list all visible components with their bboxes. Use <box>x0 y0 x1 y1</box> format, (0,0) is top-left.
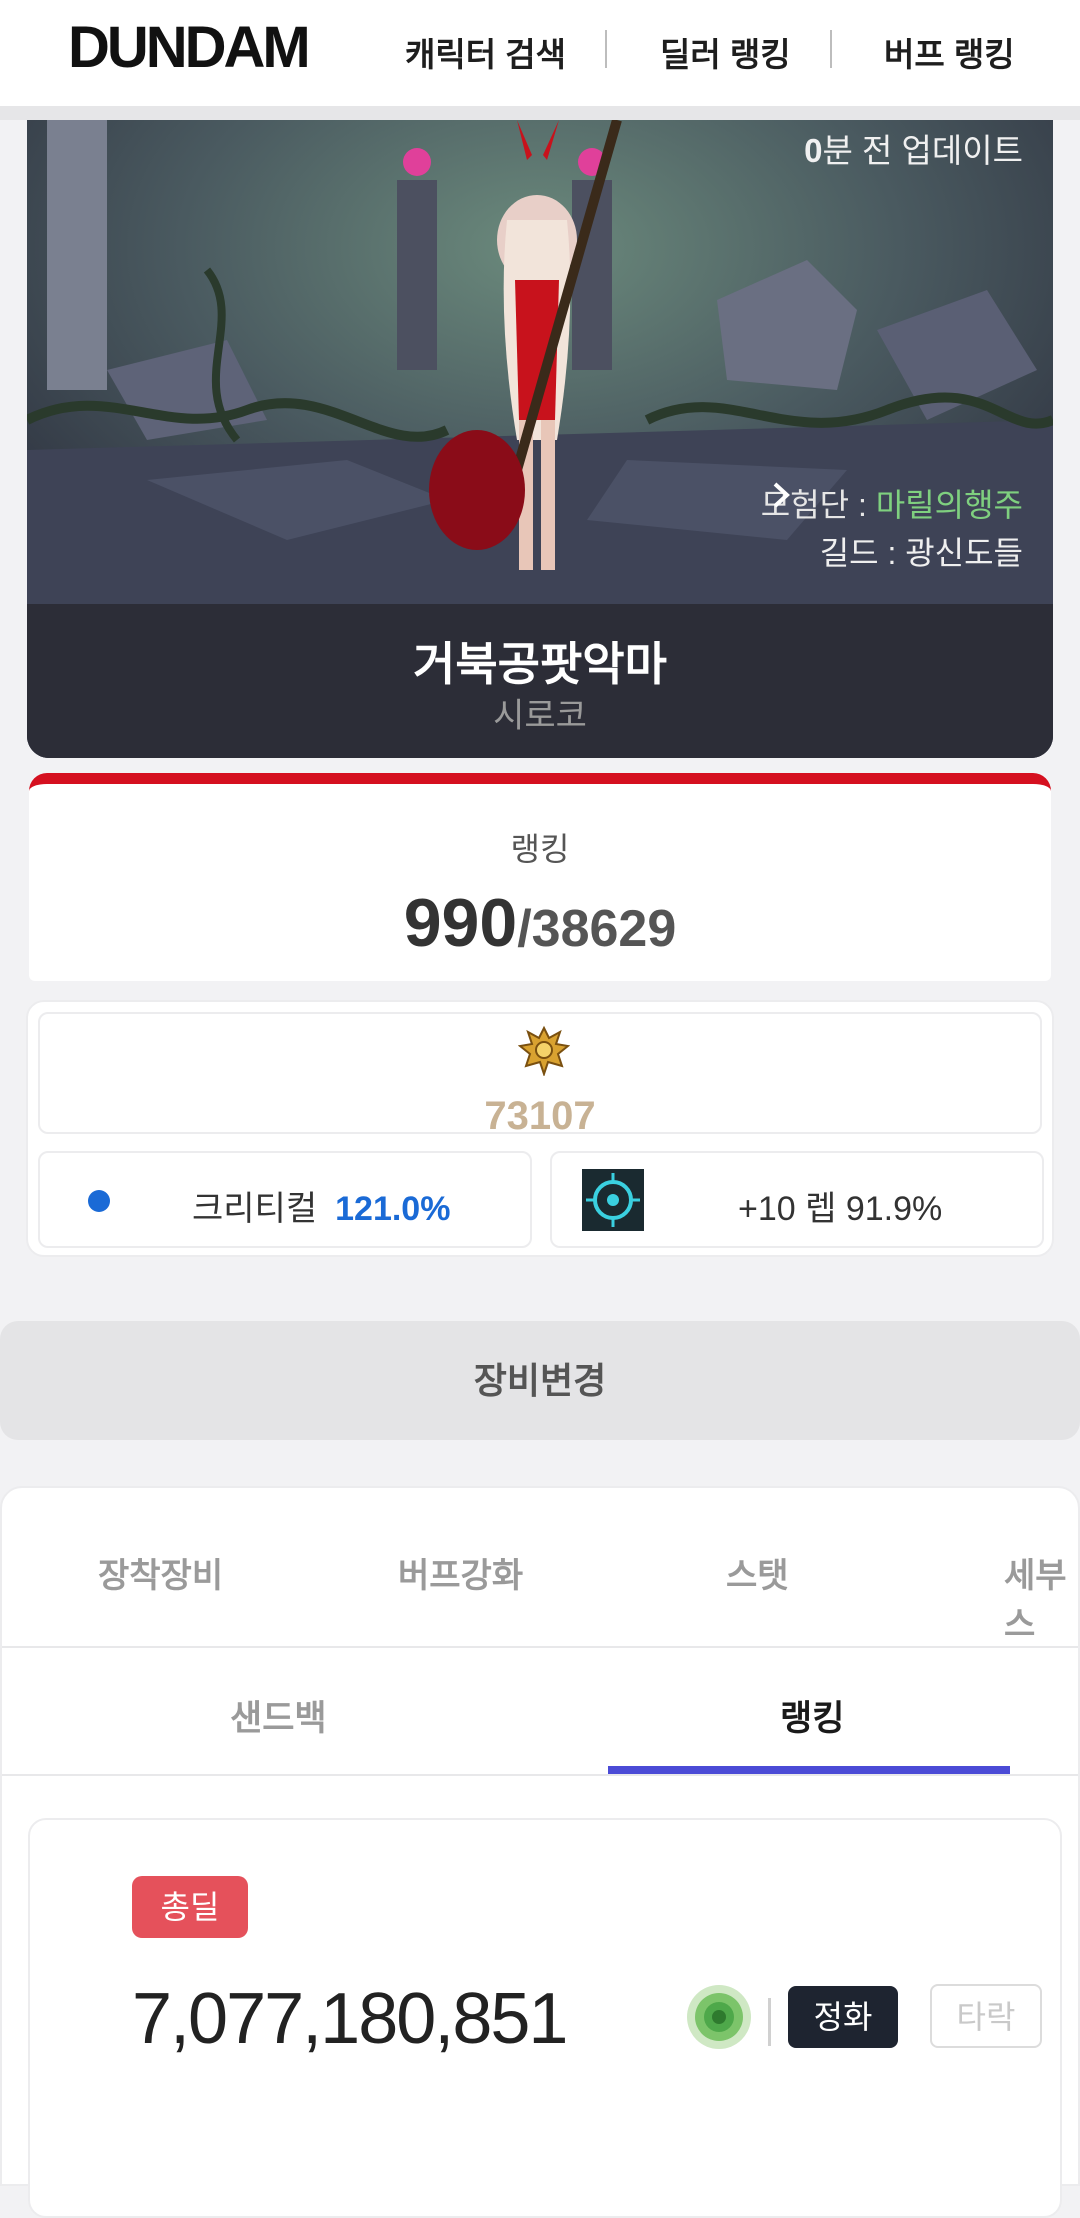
tab-stats[interactable]: 스탯 <box>726 1548 789 1597</box>
chevron-right-icon <box>773 482 790 508</box>
tab-buff-enhance[interactable]: 버프강화 <box>398 1548 523 1597</box>
character-server: 시로코 <box>493 697 587 735</box>
ranking-position: 990 <box>403 885 518 961</box>
guild-name: 길드 : 광신도들 <box>819 535 1023 571</box>
update-time: 0분 전 업데이트 <box>804 132 1023 169</box>
purify-button[interactable]: 정화 <box>788 1986 898 2048</box>
total-damage-badge: 총딜 <box>132 1876 248 1938</box>
corrupt-button[interactable]: 타락 <box>930 1984 1042 2048</box>
stats-panel: 73107 크리티컬 121.0% +10 렙 91.9% <box>26 1000 1054 1257</box>
score-value: 73107 <box>484 1094 596 1138</box>
cyan-rune-icon <box>582 1169 644 1231</box>
critical-dot-icon <box>88 1190 110 1212</box>
gold-crest-icon <box>518 1025 570 1076</box>
adventure-link[interactable]: 모험단 : 마릴의행주 <box>761 480 1023 526</box>
change-equipment-button[interactable]: 장비변경 <box>0 1321 1080 1440</box>
ranking-total: /38629 <box>517 900 677 958</box>
nav-character-search[interactable]: 캐릭터 검색 <box>405 28 566 76</box>
total-damage-value: 7,077,180,851 <box>132 1979 568 2059</box>
ranking-value: 990/38629 <box>29 884 1051 962</box>
detail-panel: 장착장비 버프강화 스탯 세부스 샌드백 랭킹 총딜 7,077,180,851… <box>0 1486 1080 2218</box>
nav-buff-ranking[interactable]: 버프 랭킹 <box>884 28 1015 76</box>
enhance-box: +10 렙 91.9% <box>550 1151 1044 1248</box>
critical-box: 크리티컬 121.0% <box>38 1151 532 1248</box>
critical-stat: 크리티컬 121.0% <box>192 1190 451 1228</box>
subtab-divider <box>2 1774 1078 1776</box>
tab-details[interactable]: 세부스 <box>1004 1548 1078 1646</box>
character-name: 거북공팟악마 <box>413 638 667 690</box>
nav-dealer-ranking[interactable]: 딜러 랭킹 <box>660 28 791 76</box>
subtab-sandbag[interactable]: 샌드백 <box>230 1690 327 1741</box>
site-logo[interactable]: DUNDAM <box>68 14 311 81</box>
nav-divider <box>830 30 832 68</box>
subtab-active-indicator <box>608 1766 1010 1774</box>
enhance-stat: +10 렙 91.9% <box>738 1190 943 1228</box>
ranking-card: 랭킹 990/38629 <box>29 773 1051 981</box>
tab-equipment[interactable]: 장착장비 <box>98 1548 223 1597</box>
damage-card: 총딜 7,077,180,851 정화 타락 <box>28 1818 1062 2218</box>
green-rose-icon <box>687 1985 751 2049</box>
top-header: DUNDAM 캐릭터 검색 딜러 랭킹 버프 랭킹 <box>0 0 1080 106</box>
nav-divider <box>605 30 607 68</box>
damage-divider <box>768 1998 771 2046</box>
header-divider <box>0 106 1080 120</box>
character-hero: 0분 전 업데이트 모험단 : 마릴의행주 길드 : 광신도들 거북공팟악마 시… <box>27 120 1053 758</box>
tab-divider <box>2 1646 1078 1648</box>
score-box: 73107 <box>38 1012 1042 1138</box>
ranking-label: 랭킹 <box>510 831 570 867</box>
subtab-ranking[interactable]: 랭킹 <box>780 1690 844 1741</box>
